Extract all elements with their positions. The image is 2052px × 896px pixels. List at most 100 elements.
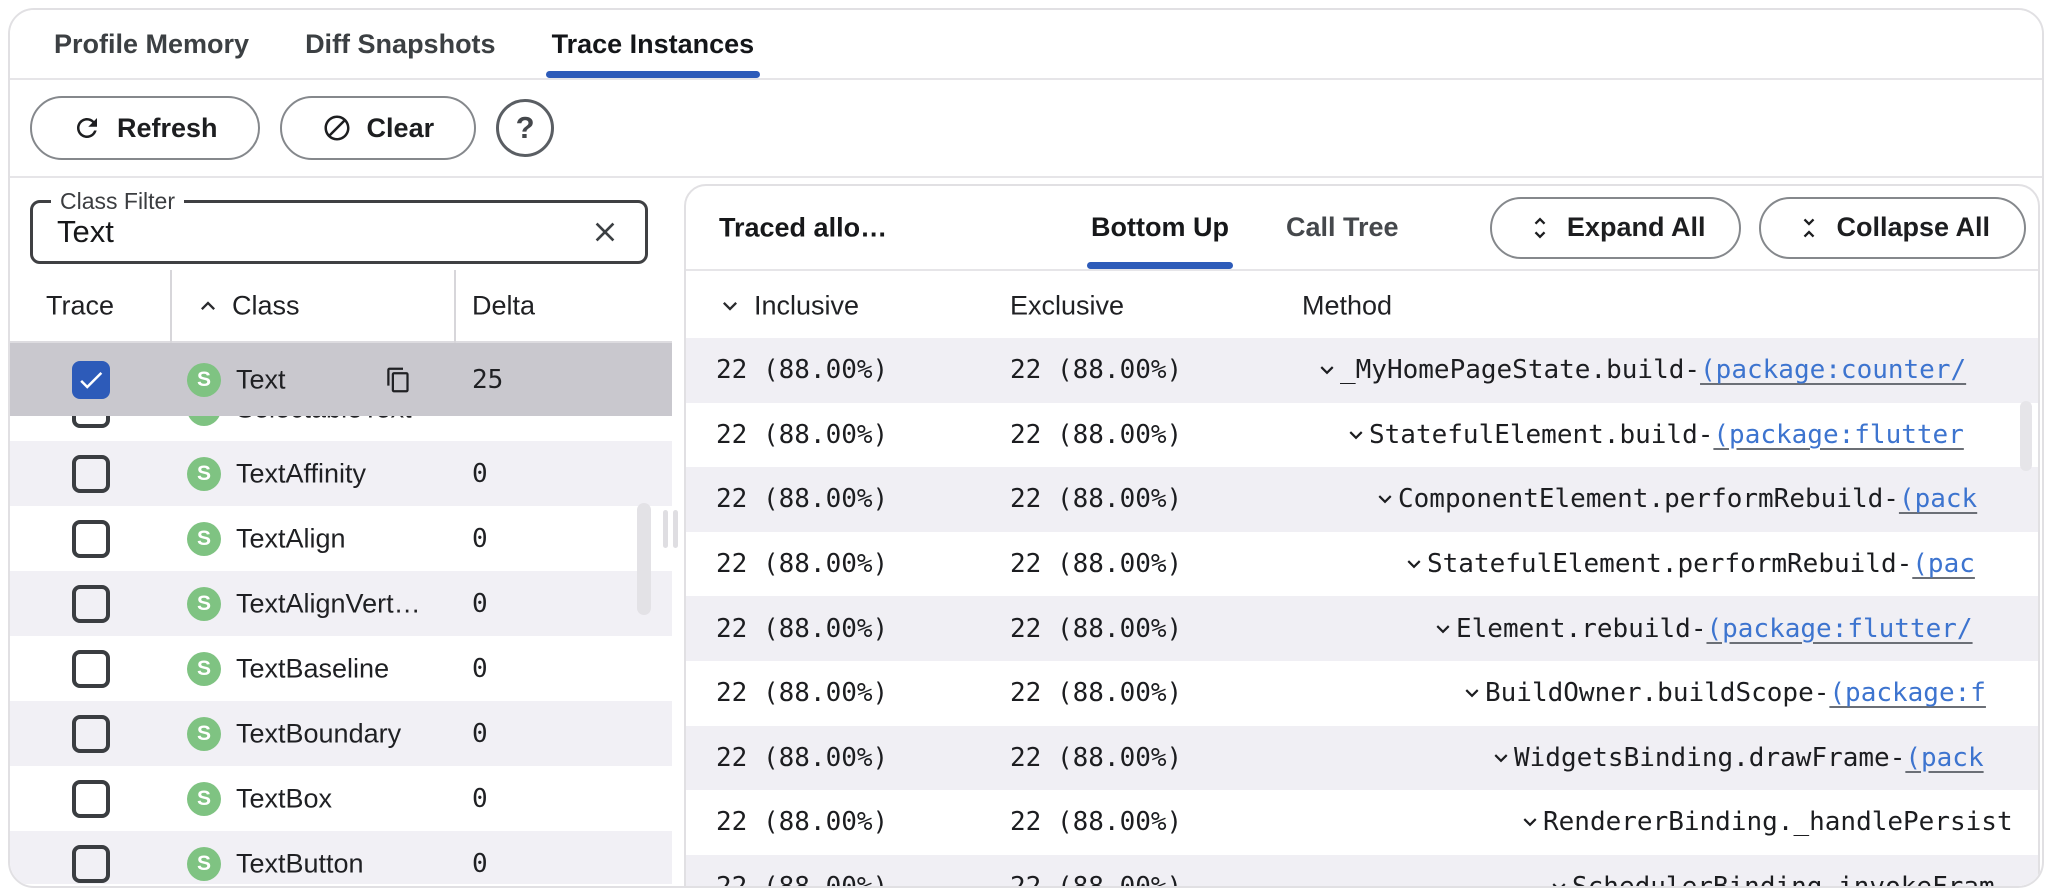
expand-all-button[interactable]: Expand All	[1490, 197, 1742, 259]
method-name: BuildOwner.buildScope	[1485, 678, 1814, 708]
table-row-content: STextBaseline0	[10, 636, 672, 701]
method-name: SchedulerBinding.invokeFram	[1572, 872, 1995, 888]
left-scrollbar-thumb[interactable]	[637, 503, 651, 615]
source-link[interactable]: (package:counter/	[1700, 355, 1966, 385]
table-row[interactable]: SSelectableText	[10, 416, 672, 441]
table-row[interactable]: 22 (88.00%)22 (88.00%)Element.rebuild - …	[686, 596, 2038, 661]
right-scrollbar-thumb[interactable]	[2020, 401, 2032, 471]
memory-panel: Profile Memory Diff Snapshots Trace Inst…	[8, 8, 2044, 888]
column-header-class[interactable]: Class	[232, 290, 300, 321]
column-header-method[interactable]: Method	[1302, 290, 1392, 321]
column-header-delta[interactable]: Delta	[472, 290, 535, 321]
exclusive-value: 22 (88.00%)	[1010, 614, 1182, 644]
source-link[interactable]: (pac	[1912, 549, 1975, 579]
table-row[interactable]: STextAlignVert…0	[10, 571, 672, 636]
refresh-label: Refresh	[117, 113, 218, 144]
class-table-header: Trace Class Delta	[10, 270, 672, 343]
column-header-exclusive[interactable]: Exclusive	[1010, 290, 1124, 321]
sort-ascending-icon	[194, 292, 222, 320]
table-row-content: SText25	[10, 343, 672, 416]
table-row[interactable]: STextBaseline0	[10, 636, 672, 701]
column-header-trace[interactable]: Trace	[46, 290, 114, 321]
trace-checkbox[interactable]	[72, 715, 110, 753]
inclusive-value: 22 (88.00%)	[716, 484, 888, 514]
method-cell: _MyHomePageState.build - (package:counte…	[1289, 338, 2038, 403]
tree-actions: Expand All Collapse All	[1490, 197, 2026, 259]
trace-content: Class Filter Text Trace Class Delta STex…	[10, 178, 2042, 884]
table-row[interactable]: STextBoundary0	[10, 701, 672, 766]
class-badge: S	[187, 782, 221, 816]
tab-trace-instances[interactable]: Trace Instances	[552, 10, 755, 78]
class-name: TextAlign	[236, 523, 346, 554]
table-row[interactable]: STextAffinity0	[10, 441, 672, 506]
trace-checkbox[interactable]	[72, 650, 110, 688]
expand-node-icon	[1372, 486, 1398, 512]
table-row[interactable]: 22 (88.00%)22 (88.00%)BuildOwner.buildSc…	[686, 661, 2038, 726]
class-filter-field[interactable]: Class Filter Text	[30, 200, 648, 264]
refresh-button[interactable]: Refresh	[30, 96, 260, 160]
traced-allocations-card: Traced allo… Bottom Up Call Tree Expand …	[684, 184, 2040, 888]
table-row[interactable]: SText25	[10, 343, 672, 416]
tab-profile-memory[interactable]: Profile Memory	[54, 10, 249, 78]
source-link[interactable]: (package:f	[1829, 678, 1986, 708]
trace-checkbox[interactable]	[72, 780, 110, 818]
method-cell: StatefulElement.build - (package:flutter	[1289, 403, 2038, 468]
trace-checkbox[interactable]	[72, 845, 110, 883]
class-badge: S	[187, 363, 221, 397]
trace-checkbox[interactable]	[72, 455, 110, 493]
delta-value: 0	[472, 589, 488, 619]
class-badge: S	[187, 457, 221, 491]
table-row[interactable]: STextBox0	[10, 766, 672, 831]
method-separator: -	[1684, 355, 1700, 385]
exclusive-value: 22 (88.00%)	[1010, 678, 1182, 708]
clear-filter-button[interactable]	[589, 216, 621, 248]
class-badge: S	[187, 522, 221, 556]
collapse-all-button[interactable]: Collapse All	[1759, 197, 2026, 259]
copy-button[interactable]	[385, 366, 412, 393]
trace-checkbox[interactable]	[72, 416, 110, 428]
method-cell: RendererBinding._handlePersist	[1289, 790, 2038, 855]
table-row[interactable]: STextAlign0	[10, 506, 672, 571]
class-filter-input[interactable]: Text	[57, 214, 114, 250]
method-name: StatefulElement.build	[1369, 420, 1698, 450]
table-row[interactable]: 22 (88.00%)22 (88.00%)RendererBinding._h…	[686, 790, 2038, 855]
tab-diff-snapshots[interactable]: Diff Snapshots	[305, 10, 496, 78]
table-row[interactable]: STextButton0	[10, 831, 672, 884]
tab-bottom-up[interactable]: Bottom Up	[1091, 186, 1229, 269]
tab-call-tree[interactable]: Call Tree	[1286, 186, 1399, 269]
expand-node-icon	[1517, 809, 1543, 835]
clear-button[interactable]: Clear	[280, 96, 477, 160]
refresh-icon	[72, 113, 102, 143]
clear-label: Clear	[367, 113, 435, 144]
column-header-inclusive[interactable]: Inclusive	[754, 290, 859, 321]
table-row[interactable]: 22 (88.00%)22 (88.00%)SchedulerBinding.i…	[686, 855, 2038, 888]
class-name: TextAlignVert…	[236, 588, 421, 619]
exclusive-value: 22 (88.00%)	[1010, 872, 1182, 888]
table-row-content: STextBoundary0	[10, 701, 672, 766]
class-badge: S	[187, 652, 221, 686]
copy-icon	[385, 366, 412, 393]
table-row[interactable]: 22 (88.00%)22 (88.00%)StatefulElement.bu…	[686, 403, 2038, 468]
trace-checkbox[interactable]	[72, 361, 110, 399]
table-row-content: SSelectableText	[10, 416, 672, 441]
inclusive-value: 22 (88.00%)	[716, 614, 888, 644]
method-cell: WidgetsBinding.drawFrame - (pack	[1289, 726, 2038, 791]
source-link[interactable]: (package:flutter/	[1706, 614, 1972, 644]
table-row[interactable]: 22 (88.00%)22 (88.00%)StatefulElement.pe…	[686, 532, 2038, 597]
table-row[interactable]: 22 (88.00%)22 (88.00%)WidgetsBinding.dra…	[686, 726, 2038, 791]
unfold-more-icon	[1526, 214, 1554, 242]
source-link[interactable]: (pack	[1899, 484, 1977, 514]
method-name: Element.rebuild	[1456, 614, 1691, 644]
trace-checkbox[interactable]	[72, 520, 110, 558]
method-cell: SchedulerBinding.invokeFram	[1289, 855, 2038, 888]
help-button[interactable]: ?	[496, 99, 554, 157]
panel-split-drag-handle[interactable]	[663, 510, 685, 548]
table-row[interactable]: 22 (88.00%)22 (88.00%)_MyHomePageState.b…	[686, 338, 2038, 403]
table-row[interactable]: 22 (88.00%)22 (88.00%)ComponentElement.p…	[686, 467, 2038, 532]
inclusive-value: 22 (88.00%)	[716, 807, 888, 837]
trace-checkbox[interactable]	[72, 585, 110, 623]
source-link[interactable]: (pack	[1905, 743, 1983, 773]
source-link[interactable]: (package:flutter	[1713, 420, 1963, 450]
expand-node-icon	[1401, 551, 1427, 577]
traced-allocations-title: Traced allo…	[719, 212, 887, 243]
